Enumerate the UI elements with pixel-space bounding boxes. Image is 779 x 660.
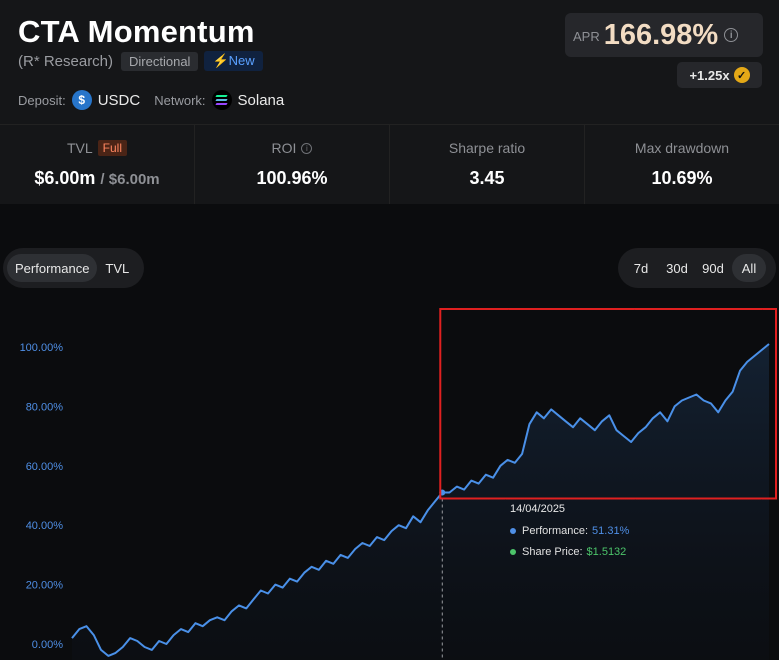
tvl-label: TVL	[66, 140, 93, 156]
apr-value: 166.98%	[603, 18, 719, 51]
strategy-subtitle: (R* Research) Directional ⚡New	[18, 51, 263, 71]
tooltip-share-label: Share Price:	[522, 546, 583, 558]
tvl-full-badge: Full	[97, 140, 128, 156]
deposit-label: Deposit:	[18, 92, 66, 108]
time-range-selector: 7d 30d 90d All	[618, 248, 776, 288]
solana-icon	[211, 90, 232, 110]
tvl-label-row: TVL Full	[66, 140, 128, 156]
y-tick-label: 60.00%	[26, 461, 64, 473]
tooltip-date: 14/04/2025	[510, 503, 566, 515]
chart-type-toggle: Performance TVL	[3, 248, 144, 288]
tvl-value-row: $6.00m / $6.00m	[34, 168, 159, 189]
tvl-cap: / $6.00m	[100, 171, 160, 188]
range-all[interactable]: All	[732, 254, 766, 282]
tag-new: ⚡New	[204, 51, 263, 71]
range-90d[interactable]: 90d	[696, 254, 730, 282]
stats-bar: TVL Full $6.00m / $6.00m ROI i 100.96% S…	[0, 124, 779, 204]
y-tick-label: 80.00%	[26, 401, 64, 413]
performance-chart[interactable]: 100.00% 80.00% 60.00% 40.00% 20.00% 0.00%	[0, 295, 779, 660]
strategy-header: CTA Momentum (R* Research) Directional ⚡…	[0, 0, 779, 124]
network-name: Solana	[237, 91, 285, 109]
boost-coin-icon: ✓	[733, 67, 750, 83]
chart-tooltip: 14/04/2025 Performance: 51.31% Share Pri…	[510, 503, 650, 567]
deposit-token: USDC	[97, 91, 141, 109]
sharpe-value: 3.45	[469, 168, 505, 188]
drawdown-value: 10.69%	[651, 168, 713, 188]
share-dot-icon	[510, 549, 516, 555]
stat-sharpe: Sharpe ratio 3.45	[390, 125, 585, 204]
performance-area	[72, 344, 769, 660]
tooltip-performance-row: Performance: 51.31%	[510, 525, 650, 537]
provider-name: (R* Research)	[18, 52, 114, 70]
y-tick-label: 40.00%	[26, 520, 64, 532]
tooltip-share-row: Share Price: $1.5132	[510, 546, 650, 558]
roi-label-row: ROI i	[272, 140, 313, 156]
info-icon[interactable]: i	[724, 28, 739, 42]
sharpe-label: Sharpe ratio	[448, 140, 526, 156]
range-7d[interactable]: 7d	[624, 254, 658, 282]
stat-drawdown: Max drawdown 10.69%	[585, 125, 779, 204]
strategy-title: CTA Momentum	[18, 14, 255, 49]
network-label: Network:	[154, 92, 206, 108]
boost-multiplier: +1.25x	[689, 67, 730, 83]
tvl-value: $6.00m	[34, 168, 96, 188]
tab-performance[interactable]: Performance	[7, 254, 98, 282]
tooltip-perf-label: Performance:	[522, 525, 589, 537]
y-tick-label: 100.00%	[20, 342, 64, 354]
usdc-icon: $	[71, 90, 92, 110]
drawdown-label: Max drawdown	[634, 140, 730, 156]
tooltip-perf-value: 51.31%	[592, 525, 630, 537]
range-30d[interactable]: 30d	[660, 254, 694, 282]
tag-directional: Directional	[121, 51, 199, 71]
apr-label: APR	[573, 28, 600, 44]
bolt-icon: ⚡	[212, 53, 229, 68]
performance-dot-icon	[510, 528, 516, 534]
roi-label: ROI	[271, 140, 297, 156]
deposit-network-row: Deposit: $ USDC Network: Solana	[18, 90, 298, 110]
y-tick-label: 0.00%	[32, 639, 63, 651]
apr-box: APR 166.98% i	[565, 13, 763, 57]
y-axis: 100.00% 80.00% 60.00% 40.00% 20.00% 0.00%	[20, 342, 64, 651]
boost-badge[interactable]: +1.25x ✓	[677, 62, 762, 88]
tag-new-label: New	[228, 53, 255, 68]
roi-info-icon[interactable]: i	[301, 142, 313, 154]
stat-roi: ROI i 100.96%	[195, 125, 390, 204]
stat-tvl: TVL Full $6.00m / $6.00m	[0, 125, 195, 204]
roi-value: 100.96%	[256, 168, 328, 188]
y-tick-label: 20.00%	[26, 580, 64, 592]
tooltip-share-value: $1.5132	[586, 546, 627, 558]
tab-tvl[interactable]: TVL	[97, 254, 137, 282]
